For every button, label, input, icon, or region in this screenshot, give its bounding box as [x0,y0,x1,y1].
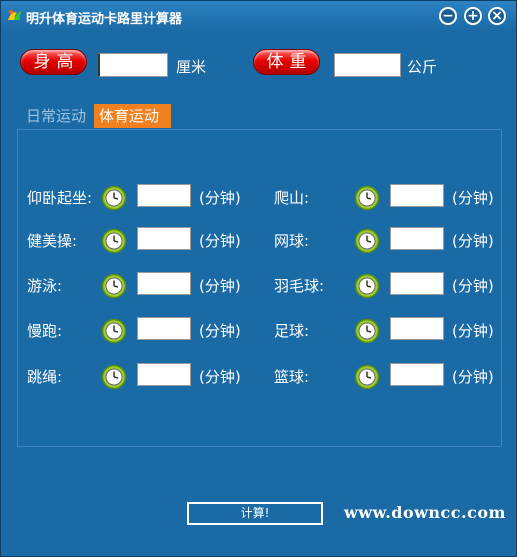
weight-input[interactable] [334,53,401,77]
clock-icon[interactable] [354,364,380,390]
minutes-unit: (分钟) [452,368,494,386]
weight-unit: 公斤 [407,58,438,76]
clock-icon[interactable] [354,318,380,344]
height-unit: 厘米 [176,58,207,76]
minutes-input-left-0[interactable] [137,184,191,207]
activity-label-left-4: 跳绳: [27,368,63,386]
activity-label-right-2: 羽毛球: [274,277,325,295]
activity-label-left-3: 慢跑: [27,322,63,340]
minutes-input-right-4[interactable] [390,363,444,386]
height-input[interactable] [98,53,168,77]
minutes-input-right-2[interactable] [390,272,444,295]
minutes-unit: (分钟) [452,189,494,207]
clock-icon[interactable] [101,185,127,211]
minutes-unit: (分钟) [199,368,241,386]
minutes-unit: (分钟) [199,189,241,207]
minutes-input-left-3[interactable] [137,317,191,340]
activity-label-left-0: 仰卧起坐: [27,189,93,207]
tab-sports-exercise[interactable]: 体育运动 [94,104,171,128]
main-window: 明升体育运动卡路里计算器 − + × 身高 厘米 体重 公斤 日常运动 体育运动… [0,0,517,557]
tab-daily-exercise[interactable]: 日常运动 [21,104,91,128]
weight-label: 体重 [266,52,313,72]
calculate-button[interactable]: 计算! [187,502,323,525]
activity-label-right-4: 篮球: [274,368,310,386]
clock-icon[interactable] [101,364,127,390]
clock-icon[interactable] [354,228,380,254]
minutes-input-left-4[interactable] [137,363,191,386]
clock-icon[interactable] [354,185,380,211]
activity-label-right-0: 爬山: [274,189,310,207]
clock-icon[interactable] [101,228,127,254]
minutes-input-right-0[interactable] [390,184,444,207]
minutes-input-left-2[interactable] [137,272,191,295]
minutes-unit: (分钟) [199,232,241,250]
window-title: 明升体育运动卡路里计算器 [26,12,183,27]
minutes-input-left-1[interactable] [137,227,191,250]
watermark: www.downcc.com [344,503,506,522]
minutes-unit: (分钟) [452,277,494,295]
clock-icon[interactable] [101,273,127,299]
minutes-input-right-3[interactable] [390,317,444,340]
clock-icon[interactable] [101,318,127,344]
close-button[interactable]: × [488,7,506,25]
height-button[interactable]: 身高 [20,49,87,75]
app-logo-icon [8,10,22,20]
activity-label-left-1: 健美操: [27,232,78,250]
title-bar: 明升体育运动卡路里计算器 − + × [1,1,516,31]
activity-label-right-1: 网球: [274,232,310,250]
maximize-button[interactable]: + [464,7,482,25]
weight-button[interactable]: 体重 [253,49,320,75]
minutes-unit: (分钟) [452,232,494,250]
minutes-unit: (分钟) [199,277,241,295]
minutes-unit: (分钟) [452,322,494,340]
minimize-button[interactable]: − [439,7,457,25]
minutes-input-right-1[interactable] [390,227,444,250]
height-label: 身高 [33,52,80,72]
activity-label-right-3: 足球: [274,322,310,340]
clock-icon[interactable] [354,273,380,299]
activity-label-left-2: 游泳: [27,277,63,295]
minutes-unit: (分钟) [199,322,241,340]
